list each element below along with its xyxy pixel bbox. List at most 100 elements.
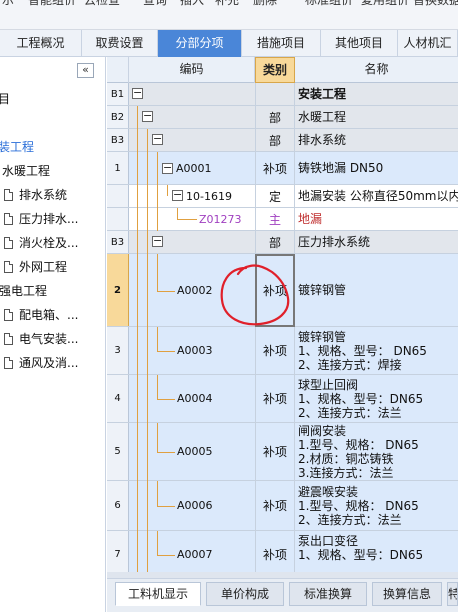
tree-item-electrical-install[interactable]: 电气安装... — [4, 328, 78, 350]
row-name[interactable]: 地漏 — [297, 208, 458, 230]
row-name[interactable]: 镀锌钢管 — [297, 254, 458, 326]
tab-project-overview[interactable]: 工程概况 — [0, 30, 82, 57]
collapse-toggle-icon[interactable]: − — [152, 235, 163, 247]
table-row[interactable]: 6 A0006 补项 避震喉安装 1.型号、规格： DN65 2、连接方式：法兰 — [107, 481, 458, 531]
row-code[interactable]: A0005 — [177, 423, 213, 480]
row-name[interactable]: 安装工程 — [297, 83, 458, 105]
row-type[interactable]: 补项 — [255, 375, 295, 422]
row-name[interactable]: 闸阀安装 1.型号、规格： DN65 2.材质：铜芯铸铁 3.连接方式：法兰 — [297, 423, 458, 480]
tree-item-external-network[interactable]: 外网工程 — [4, 256, 67, 278]
collapse-toggle-icon[interactable]: − — [132, 87, 143, 99]
table-row[interactable]: 1 − A0001 补项 铸铁地漏 DN50 — [107, 152, 458, 185]
row-name-line: 3.连接方式：法兰 — [298, 465, 394, 480]
toolbar-item[interactable]: 查询 — [143, 0, 167, 8]
row-type[interactable]: 补项 — [255, 481, 295, 530]
row-type[interactable]: 部 — [255, 106, 295, 128]
row-type[interactable] — [255, 83, 295, 105]
collapse-toggle-icon[interactable]: − — [162, 162, 173, 174]
collapse-panel-button[interactable]: « — [77, 63, 94, 78]
tab-conversion-info[interactable]: 换算信息 — [372, 582, 442, 606]
row-type[interactable]: 部 — [255, 231, 295, 253]
row-type[interactable]: 补项 — [255, 152, 295, 184]
toolbar-item[interactable]: 插入 — [180, 0, 204, 8]
tree-item-pressure-drainage[interactable]: 压力排水... — [4, 208, 78, 230]
toolbar-item[interactable]: 标准组价 — [305, 0, 353, 8]
row-name-line: 球型止回阀 — [298, 377, 359, 392]
row-name[interactable]: 球型止回阀 1、规格、型号：DN65 2、连接方式：法兰 — [297, 375, 458, 422]
table-row[interactable]: 7 A0007 补项 泵出口变径 1、规格、型号：DN65 — [107, 531, 458, 572]
row-code[interactable]: A0006 — [177, 481, 213, 530]
row-name[interactable]: 镀锌钢管 1、规格、型号： DN65 2、连接方式：焊接 — [297, 327, 458, 374]
tab-labor-material[interactable]: 人材机汇 — [398, 30, 458, 57]
row-name[interactable]: 水暖工程 — [297, 106, 458, 128]
row-code[interactable]: A0007 — [177, 531, 213, 572]
tree-item-plumbing[interactable]: 水暖工程 — [2, 160, 50, 182]
table-row[interactable]: 4 A0004 补项 球型止回阀 1、规格、型号：DN65 2、连接方式：法兰 — [107, 375, 458, 423]
row-name[interactable]: 排水系统 — [297, 129, 458, 151]
table-row[interactable]: 5 A0005 补项 闸阀安装 1.型号、规格： DN65 2.材质：铜芯铸铁 … — [107, 423, 458, 481]
row-name[interactable]: 铸铁地漏 DN50 — [297, 152, 458, 184]
row-number: 4 — [107, 375, 129, 422]
row-type[interactable]: 补项 — [255, 531, 295, 572]
row-number — [107, 185, 129, 207]
header-code[interactable]: 编码 — [129, 57, 255, 83]
tab-fee-settings[interactable]: 取费设置 — [82, 30, 158, 57]
row-type[interactable]: 补项 — [255, 423, 295, 480]
row-code[interactable]: A0003 — [177, 327, 213, 374]
row-name[interactable]: 压力排水系统 — [297, 231, 458, 253]
toolbar-item[interactable]: 云检查 — [84, 0, 120, 8]
row-number: 5 — [107, 423, 129, 480]
tab-unit-price[interactable]: 单价构成 — [206, 582, 284, 606]
toolbar-item[interactable]: 删除 — [253, 0, 277, 8]
toolbar-item[interactable]: 示 — [2, 0, 14, 8]
tree-item-install[interactable]: 装工程 — [0, 136, 34, 158]
tab-other-items[interactable]: 其他项目 — [321, 30, 398, 57]
header-name[interactable]: 名称 — [295, 57, 458, 83]
table-row[interactable]: B2 − 部 水暖工程 — [107, 106, 458, 129]
toolbar-item[interactable]: 替换数据 — [413, 0, 458, 8]
tab-sub-items[interactable]: 分部分项 — [158, 30, 242, 57]
tree-item-ventilation[interactable]: 通风及消... — [4, 352, 78, 374]
tree-item-electrical[interactable]: 强电工程 — [0, 280, 47, 302]
row-code[interactable]: Z01273 — [199, 208, 242, 230]
table-row[interactable]: B1 − 安装工程 — [107, 83, 458, 106]
toolbar-item[interactable]: 智能组价 — [28, 0, 76, 8]
tab-measures[interactable]: 措施项目 — [242, 30, 321, 57]
table-row[interactable]: B3 − 部 压力排水系统 — [107, 231, 458, 254]
row-code[interactable]: A0002 — [177, 254, 213, 326]
toolbar-item[interactable]: 复用组价 — [361, 0, 409, 8]
row-code[interactable]: 10-1619 — [186, 185, 232, 207]
row-code[interactable]: A0004 — [177, 375, 213, 422]
row-code[interactable]: A0001 — [176, 152, 212, 184]
project-tree-panel: « 目 装工程 水暖工程 排水系统 压力排水... 消火栓及... 外网工程 强… — [0, 57, 106, 612]
collapse-toggle-icon[interactable]: − — [142, 110, 153, 122]
tree-item-hydrant[interactable]: 消火栓及... — [4, 232, 78, 254]
row-name[interactable]: 避震喉安装 1.型号、规格： DN65 2、连接方式：法兰 — [297, 481, 458, 530]
document-icon — [4, 213, 13, 225]
tab-standard-conversion[interactable]: 标准换算 — [289, 582, 367, 606]
table-row[interactable]: − 10-1619 定 地漏安装 公称直径50mm以内 — [107, 185, 458, 208]
document-icon — [4, 333, 13, 345]
row-type[interactable]: 补项 — [255, 327, 295, 374]
row-type[interactable]: 主 — [255, 208, 295, 230]
row-name[interactable]: 地漏安装 公称直径50mm以内 — [297, 185, 458, 207]
tab-labor-material-display[interactable]: 工料机显示 — [115, 582, 201, 606]
table-row[interactable]: 3 A0003 补项 镀锌钢管 1、规格、型号： DN65 2、连接方式：焊接 — [107, 327, 458, 375]
tree-item-root[interactable]: 目 — [0, 88, 10, 110]
row-type[interactable]: 定 — [255, 185, 295, 207]
table-row[interactable]: Z01273 主 地漏 — [107, 208, 458, 231]
header-rownum — [107, 57, 129, 83]
toolbar-item[interactable]: 补充 — [215, 0, 239, 8]
row-name[interactable]: 泵出口变径 1、规格、型号：DN65 — [297, 531, 458, 572]
red-circle-annotation — [220, 264, 290, 326]
row-name-line: 镀锌钢管 — [298, 329, 347, 344]
collapse-toggle-icon[interactable]: − — [172, 189, 183, 201]
collapse-toggle-icon[interactable]: − — [152, 133, 163, 145]
table-row[interactable]: B3 − 部 排水系统 — [107, 129, 458, 152]
header-type[interactable]: 类别 — [255, 57, 295, 83]
tree-item-drainage[interactable]: 排水系统 — [4, 184, 67, 206]
row-name-line: 1、规格、型号： DN65 — [298, 343, 427, 358]
tree-item-distribution-box[interactable]: 配电箱、... — [4, 304, 78, 326]
tab-more[interactable]: 特 — [447, 582, 458, 606]
row-type[interactable]: 部 — [255, 129, 295, 151]
